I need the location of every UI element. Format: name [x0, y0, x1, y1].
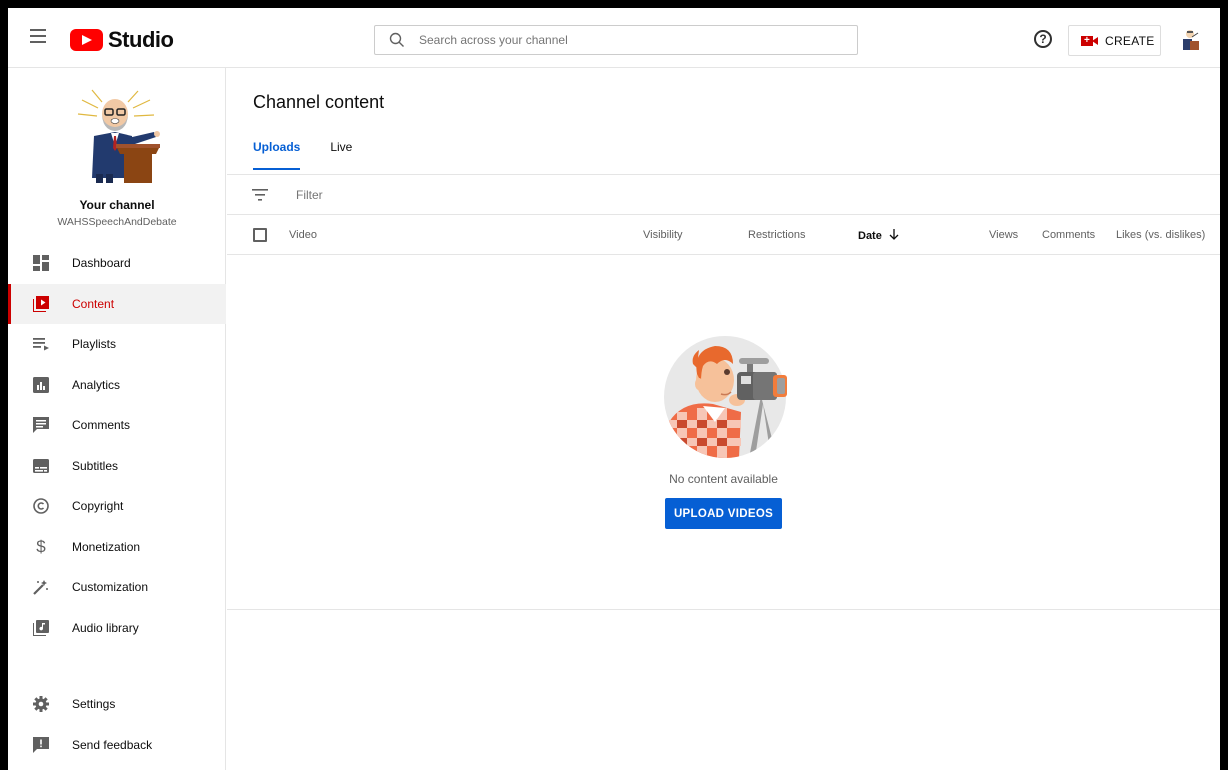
settings-icon — [32, 695, 50, 713]
column-video: Video — [289, 229, 317, 241]
sidebar-item-send-feedback[interactable]: Send feedback — [8, 725, 226, 766]
channel-title: Your channel — [79, 198, 155, 212]
sidebar: Your channel WAHSSpeechAndDebate Dashboa… — [8, 68, 226, 770]
sidebar-item-label: Comments — [72, 418, 131, 433]
sidebar-item-analytics[interactable]: Analytics — [8, 365, 226, 406]
help-icon[interactable]: ? — [1034, 30, 1052, 48]
empty-state: No content available UPLOAD VIDEOS — [227, 256, 1220, 610]
sidebar-item-copyright[interactable]: Copyright — [8, 486, 226, 527]
sidebar-bottom-nav: Settings Send feedback — [8, 684, 226, 765]
sidebar-item-label: Send feedback — [72, 737, 153, 752]
feedback-icon — [32, 736, 50, 754]
tab-live[interactable]: Live — [330, 140, 352, 170]
sidebar-item-label: Playlists — [72, 337, 117, 352]
customization-icon — [32, 578, 50, 596]
filter-icon[interactable] — [252, 188, 268, 201]
page-title: Channel content — [253, 92, 385, 112]
channel-avatar[interactable] — [72, 88, 162, 183]
sidebar-nav: Dashboard Content Playlists Analytics Co… — [8, 243, 226, 648]
sidebar-item-audio-library[interactable]: Audio library — [8, 608, 226, 649]
sidebar-item-label: Monetization — [72, 539, 141, 554]
filter-bar — [227, 175, 1220, 215]
youtube-play-icon — [70, 29, 103, 51]
create-label: CREATE — [1105, 33, 1155, 48]
sidebar-item-settings[interactable]: Settings — [8, 684, 226, 725]
menu-icon[interactable] — [30, 29, 46, 47]
search-icon — [389, 32, 404, 47]
table-header: Video Visibility Restrictions Date Views… — [227, 215, 1220, 255]
sidebar-item-label: Dashboard — [72, 256, 131, 271]
studio-window: Studio ? + CREATE — [8, 8, 1220, 770]
sidebar-item-label: Content — [72, 296, 115, 311]
create-button[interactable]: + CREATE — [1068, 25, 1161, 56]
empty-message: No content available — [669, 472, 778, 486]
dashboard-icon — [32, 254, 50, 272]
sidebar-item-comments[interactable]: Comments — [8, 405, 226, 446]
sidebar-item-label: Analytics — [72, 377, 121, 392]
copyright-icon — [32, 497, 50, 515]
arrow-down-icon — [889, 229, 899, 240]
column-views[interactable]: Views — [989, 229, 1018, 241]
audio-library-icon — [32, 619, 50, 637]
search-box[interactable] — [374, 25, 858, 55]
monetization-icon: $ — [36, 536, 46, 556]
upload-videos-button[interactable]: UPLOAD VIDEOS — [665, 498, 782, 529]
sidebar-item-dashboard[interactable]: Dashboard — [8, 243, 226, 284]
search-input[interactable] — [419, 33, 839, 47]
sidebar-item-label: Settings — [72, 697, 116, 712]
column-date[interactable]: Date — [858, 229, 899, 242]
sidebar-item-label: Copyright — [72, 499, 124, 514]
sidebar-item-customization[interactable]: Customization — [8, 567, 226, 608]
create-video-icon: + — [1081, 35, 1099, 47]
content-icon — [32, 295, 50, 313]
playlists-icon — [32, 335, 50, 353]
logo-text: Studio — [108, 27, 174, 52]
sidebar-item-subtitles[interactable]: Subtitles — [8, 446, 226, 487]
content-tabs: Uploads Live — [253, 140, 382, 170]
select-all-checkbox[interactable] — [253, 228, 267, 242]
top-bar: Studio ? + CREATE — [8, 8, 1220, 68]
column-visibility[interactable]: Visibility — [643, 229, 683, 241]
sidebar-item-label: Customization — [72, 580, 149, 595]
sidebar-item-content[interactable]: Content — [8, 283, 226, 324]
column-restrictions[interactable]: Restrictions — [748, 229, 805, 241]
column-date-label: Date — [858, 230, 882, 242]
subtitles-icon — [32, 457, 50, 475]
sidebar-item-label: Audio library — [72, 620, 139, 635]
column-likes[interactable]: Likes (vs. dislikes) — [1116, 229, 1205, 241]
analytics-icon — [32, 376, 50, 394]
column-comments[interactable]: Comments — [1042, 229, 1095, 241]
tab-uploads[interactable]: Uploads — [253, 140, 301, 170]
studio-logo[interactable]: Studio — [70, 27, 174, 53]
filter-input[interactable] — [296, 187, 596, 202]
camera-operator-illustration — [664, 336, 787, 458]
comments-icon — [32, 416, 50, 434]
channel-handle: WAHSSpeechAndDebate — [57, 216, 177, 228]
sidebar-item-playlists[interactable]: Playlists — [8, 324, 226, 365]
sidebar-item-monetization[interactable]: $ Monetization — [8, 527, 226, 568]
main-content: Channel content Uploads Live Video Visib… — [227, 68, 1220, 770]
sidebar-item-label: Subtitles — [72, 458, 119, 473]
account-avatar[interactable] — [1178, 28, 1202, 52]
